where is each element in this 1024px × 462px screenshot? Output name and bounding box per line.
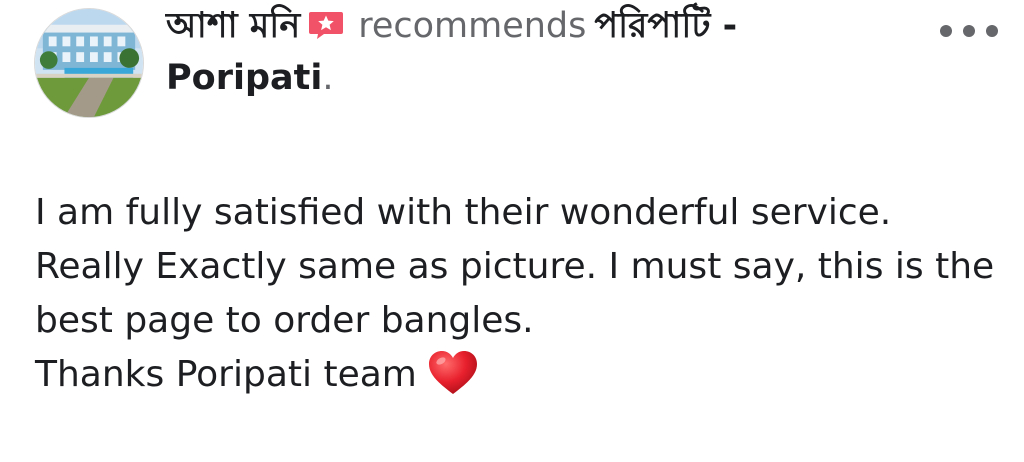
recommendation-post: আশা মনি recommends পরিপাটি - Poripati. I … [0, 0, 1024, 462]
post-body-line: Thanks Poripati team [35, 354, 417, 395]
recommends-verb: recommends [358, 6, 587, 46]
post-body-line: I am fully satisfied with their wonderfu… [35, 192, 892, 233]
post-body-line-with-emoji: Thanks Poripati team [35, 348, 1010, 402]
header-period: . [322, 58, 334, 98]
author-avatar[interactable] [34, 8, 144, 118]
author-name[interactable]: আশা মনি [166, 6, 300, 46]
recommend-star-icon [308, 10, 344, 40]
post-body: I am fully satisfied with their wonderfu… [35, 186, 1010, 402]
more-options-icon[interactable] [940, 22, 998, 40]
more-dot [963, 25, 975, 37]
red-heart-icon [427, 350, 479, 396]
post-body-line: Really Exactly same as picture. I must s… [35, 246, 995, 341]
more-dot [940, 25, 952, 37]
avatar-photo [35, 9, 143, 117]
more-dot [986, 25, 998, 37]
post-header: আশা মনি recommends পরিপাটি - Poripati. [166, 0, 886, 104]
